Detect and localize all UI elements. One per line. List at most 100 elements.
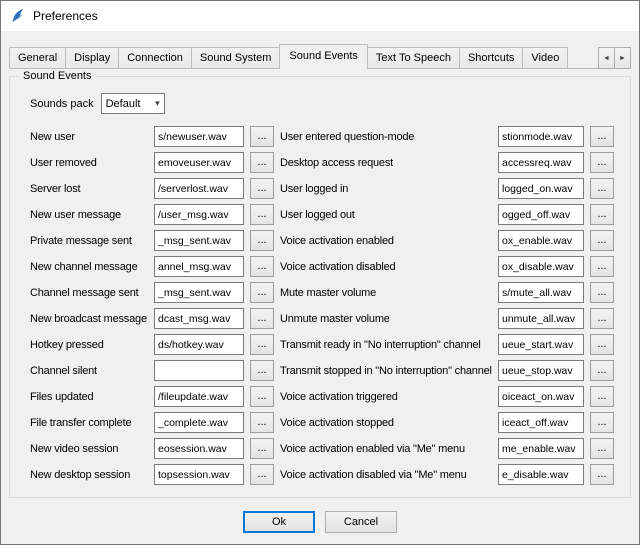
tab-video[interactable]: Video — [522, 47, 568, 69]
sound-file-input[interactable] — [154, 386, 244, 407]
browse-button[interactable]: ... — [250, 126, 274, 147]
tab-shortcuts[interactable]: Shortcuts — [459, 47, 523, 69]
preferences-dialog: Preferences GeneralDisplayConnectionSoun… — [0, 0, 640, 545]
sound-event-label: User logged in — [280, 183, 492, 195]
tab-sound-system[interactable]: Sound System — [191, 47, 281, 69]
sound-file-input[interactable] — [154, 308, 244, 329]
title-bar: Preferences — [1, 1, 639, 31]
sound-file-input[interactable] — [154, 178, 244, 199]
sound-event-label: File transfer complete — [30, 417, 148, 429]
sound-file-input[interactable] — [154, 126, 244, 147]
tab-scroll-left-button[interactable]: ◄ — [598, 47, 615, 69]
tab-connection[interactable]: Connection — [118, 47, 192, 69]
sound-event-label: New user message — [30, 209, 148, 221]
browse-button[interactable]: ... — [590, 360, 614, 381]
sound-event-label: Voice activation stopped — [280, 417, 492, 429]
browse-button[interactable]: ... — [590, 282, 614, 303]
browse-button[interactable]: ... — [250, 178, 274, 199]
sounds-pack-label: Sounds pack — [30, 98, 94, 110]
tab-general[interactable]: General — [9, 47, 66, 69]
sound-file-input[interactable] — [154, 204, 244, 225]
sound-event-label: Desktop access request — [280, 157, 492, 169]
tab-display[interactable]: Display — [65, 47, 119, 69]
sound-file-input[interactable] — [154, 256, 244, 277]
cancel-button[interactable]: Cancel — [325, 511, 397, 533]
sound-events-grid: New user...User entered question-mode...… — [30, 126, 622, 485]
sound-file-input[interactable] — [154, 282, 244, 303]
sound-file-input[interactable] — [154, 438, 244, 459]
browse-button[interactable]: ... — [590, 412, 614, 433]
sounds-pack-select[interactable]: Default ▾ — [101, 93, 165, 114]
browse-button[interactable]: ... — [250, 412, 274, 433]
sound-file-input[interactable] — [498, 464, 584, 485]
sound-event-label: Voice activation enabled — [280, 235, 492, 247]
sound-event-label: Hotkey pressed — [30, 339, 148, 351]
sound-file-input[interactable] — [154, 360, 244, 381]
sound-file-input[interactable] — [498, 204, 584, 225]
browse-button[interactable]: ... — [250, 334, 274, 355]
browse-button[interactable]: ... — [250, 152, 274, 173]
browse-button[interactable]: ... — [250, 464, 274, 485]
sound-event-label: Voice activation disabled via "Me" menu — [280, 469, 492, 481]
scroll-left-icon: ◄ — [603, 55, 610, 62]
window-title: Preferences — [33, 9, 98, 23]
browse-button[interactable]: ... — [590, 438, 614, 459]
teamtalk-app-icon — [10, 8, 26, 24]
sounds-pack-row: Sounds pack Default ▾ — [30, 93, 622, 114]
browse-button[interactable]: ... — [590, 230, 614, 251]
tab-scroll-buttons: ◄ ► — [599, 47, 631, 69]
tab-scroll-right-button[interactable]: ► — [614, 47, 631, 69]
browse-button[interactable]: ... — [590, 464, 614, 485]
sound-event-label: New broadcast message — [30, 313, 148, 325]
browse-button[interactable]: ... — [590, 204, 614, 225]
sound-file-input[interactable] — [498, 438, 584, 459]
footer: Ok Cancel — [1, 511, 639, 533]
browse-button[interactable]: ... — [250, 204, 274, 225]
sound-file-input[interactable] — [498, 282, 584, 303]
tab-text-to-speech[interactable]: Text To Speech — [367, 47, 460, 69]
browse-button[interactable]: ... — [590, 334, 614, 355]
sound-events-group: Sound Events Sounds pack Default ▾ New u… — [9, 76, 631, 498]
browse-button[interactable]: ... — [590, 308, 614, 329]
sound-file-input[interactable] — [498, 334, 584, 355]
tab-area: GeneralDisplayConnectionSound SystemSoun… — [9, 44, 631, 69]
sound-event-label: Voice activation enabled via "Me" menu — [280, 443, 492, 455]
sound-file-input[interactable] — [498, 360, 584, 381]
browse-button[interactable]: ... — [250, 256, 274, 277]
sound-file-input[interactable] — [154, 412, 244, 433]
browse-button[interactable]: ... — [250, 360, 274, 381]
sound-file-input[interactable] — [498, 386, 584, 407]
tab-sound-events[interactable]: Sound Events — [279, 44, 368, 69]
sound-event-label: User entered question-mode — [280, 131, 492, 143]
sound-event-label: Private message sent — [30, 235, 148, 247]
browse-button[interactable]: ... — [590, 152, 614, 173]
sound-event-label: Voice activation disabled — [280, 261, 492, 273]
sound-file-input[interactable] — [498, 308, 584, 329]
tab-bar: GeneralDisplayConnectionSound SystemSoun… — [9, 44, 597, 69]
browse-button[interactable]: ... — [250, 438, 274, 459]
sound-file-input[interactable] — [498, 256, 584, 277]
browse-button[interactable]: ... — [250, 308, 274, 329]
browse-button[interactable]: ... — [250, 230, 274, 251]
sound-file-input[interactable] — [154, 464, 244, 485]
ok-button[interactable]: Ok — [243, 511, 315, 533]
sound-event-label: Transmit stopped in "No interruption" ch… — [280, 365, 492, 377]
sound-file-input[interactable] — [498, 230, 584, 251]
chevron-down-icon: ▾ — [155, 99, 160, 108]
browse-button[interactable]: ... — [250, 282, 274, 303]
sound-file-input[interactable] — [498, 412, 584, 433]
sounds-pack-value: Default — [106, 98, 141, 110]
sound-file-input[interactable] — [154, 152, 244, 173]
scroll-right-icon: ► — [619, 55, 626, 62]
browse-button[interactable]: ... — [590, 386, 614, 407]
browse-button[interactable]: ... — [590, 126, 614, 147]
browse-button[interactable]: ... — [590, 178, 614, 199]
sound-file-input[interactable] — [154, 230, 244, 251]
sound-file-input[interactable] — [498, 126, 584, 147]
browse-button[interactable]: ... — [590, 256, 614, 277]
sound-file-input[interactable] — [154, 334, 244, 355]
sound-event-label: Files updated — [30, 391, 148, 403]
browse-button[interactable]: ... — [250, 386, 274, 407]
sound-file-input[interactable] — [498, 178, 584, 199]
sound-file-input[interactable] — [498, 152, 584, 173]
